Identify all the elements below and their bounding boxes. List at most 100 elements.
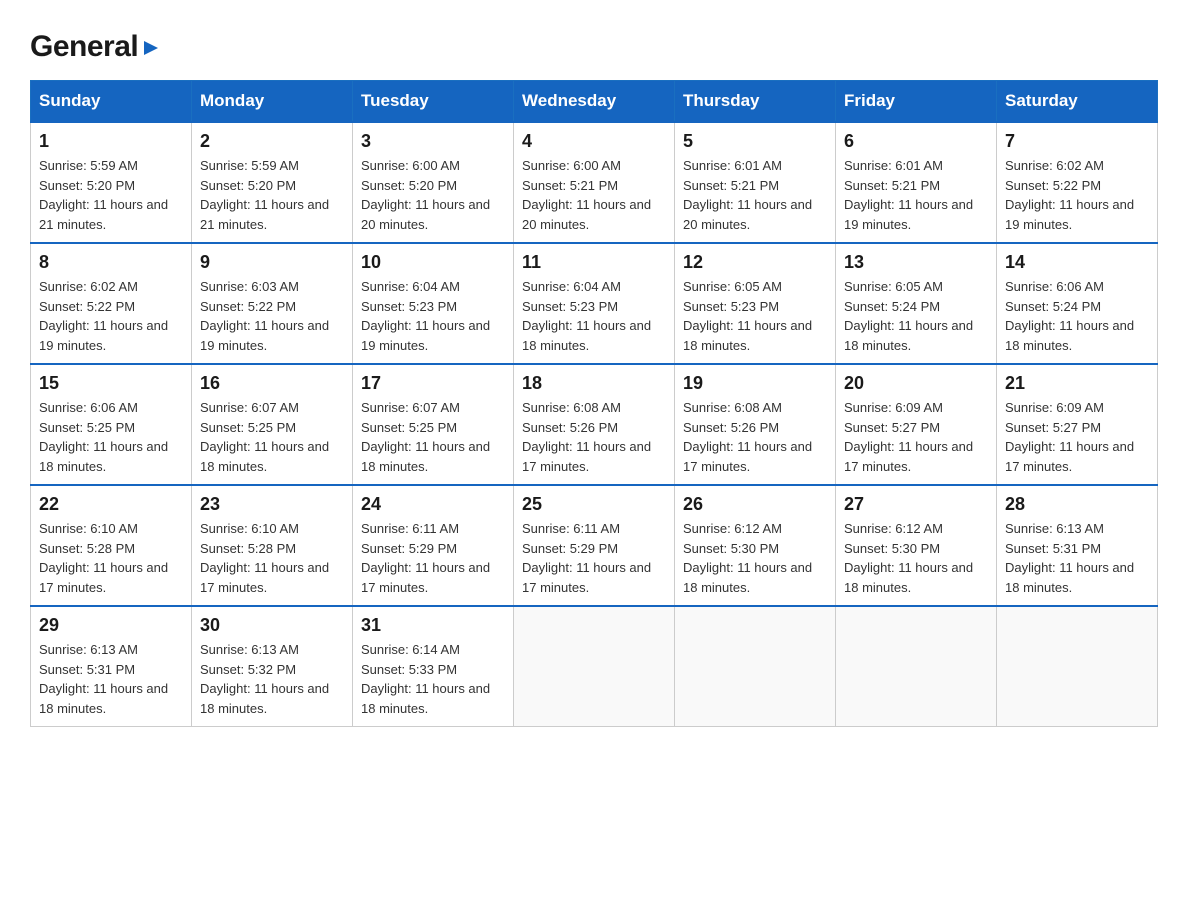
- daylight-text: Daylight: 11 hours and 17 minutes.: [522, 560, 651, 595]
- calendar-day: 3 Sunrise: 6:00 AM Sunset: 5:20 PM Dayli…: [353, 122, 514, 243]
- calendar-week-row: 1 Sunrise: 5:59 AM Sunset: 5:20 PM Dayli…: [31, 122, 1158, 243]
- calendar-day-empty: [836, 606, 997, 727]
- day-number: 25: [522, 494, 666, 515]
- day-number: 12: [683, 252, 827, 273]
- header-tuesday: Tuesday: [353, 81, 514, 123]
- calendar-day-empty: [997, 606, 1158, 727]
- day-info: Sunrise: 6:01 AM Sunset: 5:21 PM Dayligh…: [683, 156, 827, 234]
- sunrise-text: Sunrise: 6:12 AM: [683, 521, 782, 536]
- calendar-day: 21 Sunrise: 6:09 AM Sunset: 5:27 PM Dayl…: [997, 364, 1158, 485]
- day-info: Sunrise: 6:04 AM Sunset: 5:23 PM Dayligh…: [522, 277, 666, 355]
- day-info: Sunrise: 5:59 AM Sunset: 5:20 PM Dayligh…: [39, 156, 183, 234]
- day-number: 9: [200, 252, 344, 273]
- day-info: Sunrise: 6:06 AM Sunset: 5:25 PM Dayligh…: [39, 398, 183, 476]
- day-number: 15: [39, 373, 183, 394]
- sunset-text: Sunset: 5:23 PM: [522, 299, 618, 314]
- sunset-text: Sunset: 5:30 PM: [844, 541, 940, 556]
- page-header: General: [30, 30, 1158, 60]
- day-number: 27: [844, 494, 988, 515]
- sunset-text: Sunset: 5:25 PM: [200, 420, 296, 435]
- header-monday: Monday: [192, 81, 353, 123]
- daylight-text: Daylight: 11 hours and 18 minutes.: [200, 439, 329, 474]
- daylight-text: Daylight: 11 hours and 18 minutes.: [39, 681, 168, 716]
- day-info: Sunrise: 6:08 AM Sunset: 5:26 PM Dayligh…: [522, 398, 666, 476]
- calendar-day: 10 Sunrise: 6:04 AM Sunset: 5:23 PM Dayl…: [353, 243, 514, 364]
- calendar-day: 16 Sunrise: 6:07 AM Sunset: 5:25 PM Dayl…: [192, 364, 353, 485]
- sunrise-text: Sunrise: 6:03 AM: [200, 279, 299, 294]
- sunset-text: Sunset: 5:27 PM: [844, 420, 940, 435]
- day-info: Sunrise: 6:06 AM Sunset: 5:24 PM Dayligh…: [1005, 277, 1149, 355]
- day-info: Sunrise: 5:59 AM Sunset: 5:20 PM Dayligh…: [200, 156, 344, 234]
- sunrise-text: Sunrise: 6:13 AM: [1005, 521, 1104, 536]
- sunrise-text: Sunrise: 6:05 AM: [683, 279, 782, 294]
- calendar-day: 13 Sunrise: 6:05 AM Sunset: 5:24 PM Dayl…: [836, 243, 997, 364]
- day-number: 23: [200, 494, 344, 515]
- day-number: 3: [361, 131, 505, 152]
- calendar-day: 15 Sunrise: 6:06 AM Sunset: 5:25 PM Dayl…: [31, 364, 192, 485]
- header-sunday: Sunday: [31, 81, 192, 123]
- sunrise-text: Sunrise: 6:00 AM: [361, 158, 460, 173]
- day-info: Sunrise: 6:11 AM Sunset: 5:29 PM Dayligh…: [361, 519, 505, 597]
- daylight-text: Daylight: 11 hours and 17 minutes.: [39, 560, 168, 595]
- sunset-text: Sunset: 5:31 PM: [1005, 541, 1101, 556]
- sunset-text: Sunset: 5:20 PM: [361, 178, 457, 193]
- day-info: Sunrise: 6:02 AM Sunset: 5:22 PM Dayligh…: [1005, 156, 1149, 234]
- calendar-day: 29 Sunrise: 6:13 AM Sunset: 5:31 PM Dayl…: [31, 606, 192, 727]
- calendar-day-empty: [675, 606, 836, 727]
- sunrise-text: Sunrise: 5:59 AM: [200, 158, 299, 173]
- sunset-text: Sunset: 5:22 PM: [200, 299, 296, 314]
- daylight-text: Daylight: 11 hours and 20 minutes.: [683, 197, 812, 232]
- day-info: Sunrise: 6:05 AM Sunset: 5:24 PM Dayligh…: [844, 277, 988, 355]
- day-info: Sunrise: 6:14 AM Sunset: 5:33 PM Dayligh…: [361, 640, 505, 718]
- day-number: 19: [683, 373, 827, 394]
- sunset-text: Sunset: 5:29 PM: [522, 541, 618, 556]
- header-thursday: Thursday: [675, 81, 836, 123]
- day-info: Sunrise: 6:03 AM Sunset: 5:22 PM Dayligh…: [200, 277, 344, 355]
- sunset-text: Sunset: 5:21 PM: [683, 178, 779, 193]
- sunset-text: Sunset: 5:24 PM: [1005, 299, 1101, 314]
- daylight-text: Daylight: 11 hours and 18 minutes.: [683, 560, 812, 595]
- daylight-text: Daylight: 11 hours and 19 minutes.: [1005, 197, 1134, 232]
- day-info: Sunrise: 6:04 AM Sunset: 5:23 PM Dayligh…: [361, 277, 505, 355]
- sunset-text: Sunset: 5:31 PM: [39, 662, 135, 677]
- daylight-text: Daylight: 11 hours and 18 minutes.: [1005, 560, 1134, 595]
- day-number: 21: [1005, 373, 1149, 394]
- daylight-text: Daylight: 11 hours and 19 minutes.: [200, 318, 329, 353]
- calendar-day: 22 Sunrise: 6:10 AM Sunset: 5:28 PM Dayl…: [31, 485, 192, 606]
- daylight-text: Daylight: 11 hours and 17 minutes.: [844, 439, 973, 474]
- day-info: Sunrise: 6:01 AM Sunset: 5:21 PM Dayligh…: [844, 156, 988, 234]
- sunrise-text: Sunrise: 6:07 AM: [200, 400, 299, 415]
- day-number: 7: [1005, 131, 1149, 152]
- day-info: Sunrise: 6:13 AM Sunset: 5:32 PM Dayligh…: [200, 640, 344, 718]
- sunset-text: Sunset: 5:23 PM: [361, 299, 457, 314]
- sunset-text: Sunset: 5:22 PM: [39, 299, 135, 314]
- day-info: Sunrise: 6:13 AM Sunset: 5:31 PM Dayligh…: [1005, 519, 1149, 597]
- day-info: Sunrise: 6:07 AM Sunset: 5:25 PM Dayligh…: [361, 398, 505, 476]
- sunrise-text: Sunrise: 6:01 AM: [844, 158, 943, 173]
- day-number: 26: [683, 494, 827, 515]
- daylight-text: Daylight: 11 hours and 17 minutes.: [200, 560, 329, 595]
- day-number: 8: [39, 252, 183, 273]
- calendar-day: 31 Sunrise: 6:14 AM Sunset: 5:33 PM Dayl…: [353, 606, 514, 727]
- daylight-text: Daylight: 11 hours and 20 minutes.: [361, 197, 490, 232]
- day-number: 24: [361, 494, 505, 515]
- calendar-day: 4 Sunrise: 6:00 AM Sunset: 5:21 PM Dayli…: [514, 122, 675, 243]
- daylight-text: Daylight: 11 hours and 17 minutes.: [1005, 439, 1134, 474]
- sunset-text: Sunset: 5:23 PM: [683, 299, 779, 314]
- calendar-day: 11 Sunrise: 6:04 AM Sunset: 5:23 PM Dayl…: [514, 243, 675, 364]
- sunset-text: Sunset: 5:21 PM: [522, 178, 618, 193]
- calendar-day: 1 Sunrise: 5:59 AM Sunset: 5:20 PM Dayli…: [31, 122, 192, 243]
- day-info: Sunrise: 6:10 AM Sunset: 5:28 PM Dayligh…: [39, 519, 183, 597]
- day-info: Sunrise: 6:00 AM Sunset: 5:21 PM Dayligh…: [522, 156, 666, 234]
- sunrise-text: Sunrise: 6:10 AM: [200, 521, 299, 536]
- calendar-day: 5 Sunrise: 6:01 AM Sunset: 5:21 PM Dayli…: [675, 122, 836, 243]
- calendar-day-empty: [514, 606, 675, 727]
- calendar-day: 30 Sunrise: 6:13 AM Sunset: 5:32 PM Dayl…: [192, 606, 353, 727]
- day-number: 1: [39, 131, 183, 152]
- day-info: Sunrise: 6:02 AM Sunset: 5:22 PM Dayligh…: [39, 277, 183, 355]
- daylight-text: Daylight: 11 hours and 18 minutes.: [39, 439, 168, 474]
- sunrise-text: Sunrise: 6:09 AM: [1005, 400, 1104, 415]
- sunrise-text: Sunrise: 6:01 AM: [683, 158, 782, 173]
- sunset-text: Sunset: 5:20 PM: [200, 178, 296, 193]
- sunrise-text: Sunrise: 6:06 AM: [1005, 279, 1104, 294]
